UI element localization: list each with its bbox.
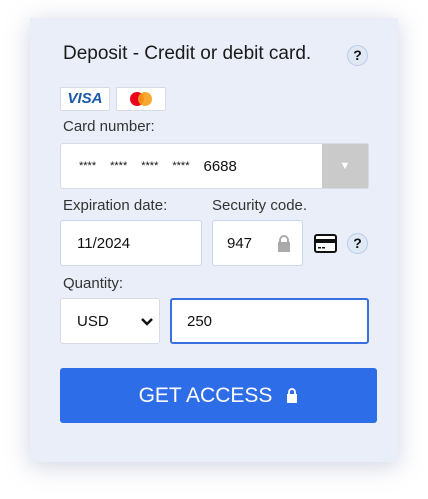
get-access-label: GET ACCESS [138, 383, 273, 407]
security-code-input[interactable]: 947 [212, 220, 303, 266]
currency-select[interactable]: USD [60, 298, 160, 344]
amount-input[interactable]: 250 [170, 298, 369, 344]
chevron-down-icon[interactable]: ▼ [322, 144, 368, 188]
masked-digits: **** [172, 160, 190, 172]
lock-icon [278, 235, 290, 252]
form-title: Deposit - Credit or debit card. [63, 43, 312, 64]
deposit-form: Deposit - Credit or debit card. ? VISA C… [30, 18, 398, 462]
expiration-label: Expiration date: [63, 197, 168, 214]
mastercard-logo[interactable] [116, 87, 166, 111]
security-help-icon[interactable]: ? [347, 233, 368, 254]
card-number-select[interactable]: **** **** **** **** 6688 ▼ [60, 143, 369, 189]
quantity-label: Quantity: [63, 275, 124, 292]
help-icon[interactable]: ? [347, 45, 368, 66]
masked-digits: **** [110, 160, 128, 172]
get-access-button[interactable]: GET ACCESS [60, 368, 377, 423]
card-number-label: Card number: [63, 118, 155, 135]
chevron-down-icon [141, 318, 153, 326]
currency-value: USD [77, 312, 109, 330]
masked-digits: **** [141, 160, 159, 172]
lock-icon [287, 388, 298, 403]
security-code-value: 947 [227, 234, 253, 252]
security-label: Security code. [212, 197, 308, 214]
expiration-input[interactable]: 11/2024 [60, 220, 202, 266]
masked-digits: **** [79, 160, 97, 172]
visa-logo[interactable]: VISA [60, 87, 110, 111]
card-last4: 6688 [203, 157, 237, 175]
card-cvv-icon [314, 234, 337, 253]
